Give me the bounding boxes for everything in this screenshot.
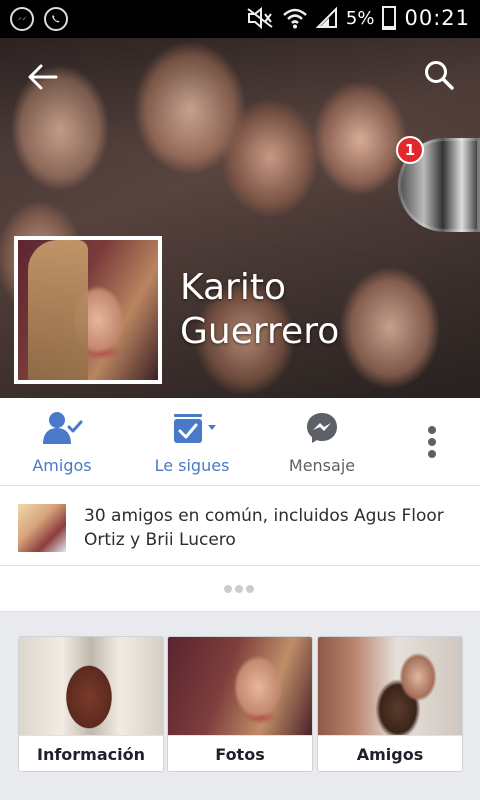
photos-card[interactable]: Fotos xyxy=(167,636,313,772)
message-label: Mensaje xyxy=(288,456,356,475)
wifi-icon xyxy=(283,8,307,29)
search-icon[interactable] xyxy=(422,58,456,92)
signal-icon xyxy=(315,7,337,28)
profile-picture-hair xyxy=(28,240,88,380)
ellipsis-icon xyxy=(224,585,254,593)
mutual-friends-text: 30 amigos en común, incluidos Agus Floor… xyxy=(84,506,444,550)
profile-name-last: Guerrero xyxy=(180,311,340,352)
mutual-friends-row[interactable]: 30 amigos en común, incluidos Agus Floor… xyxy=(0,486,480,566)
photos-card-label: Fotos xyxy=(168,735,312,771)
friends-card[interactable]: Amigos xyxy=(317,636,463,772)
photos-card-image xyxy=(168,637,312,735)
profile-name: Karito Guerrero xyxy=(180,266,339,354)
following-icon xyxy=(174,414,216,443)
message-button[interactable]: Mensaje xyxy=(286,410,358,475)
friends-card-label: Amigos xyxy=(318,735,462,771)
friends-button[interactable]: Amigos xyxy=(30,410,94,475)
status-bar: 5% 00:21 xyxy=(0,0,480,38)
friends-label: Amigos xyxy=(32,456,92,475)
cover-photo[interactable]: 1 Karito Guerrero xyxy=(0,38,480,398)
arrow-left-icon[interactable] xyxy=(26,60,60,94)
more-options-icon[interactable] xyxy=(426,426,438,460)
see-more-row[interactable] xyxy=(0,566,480,612)
about-card-image xyxy=(19,637,163,735)
profile-name-first: Karito xyxy=(180,267,286,308)
about-card-label: Información xyxy=(19,735,163,771)
messenger-icon xyxy=(307,413,337,443)
messenger-notification-icon xyxy=(10,7,34,31)
following-label: Le sigues xyxy=(154,456,230,475)
battery-percent: 5% xyxy=(345,7,375,29)
profile-action-bar: Amigos Le sigues Mensaje xyxy=(0,398,480,486)
chat-head-badge: 1 xyxy=(396,136,424,164)
friends-check-icon xyxy=(43,412,83,444)
profile-picture[interactable] xyxy=(14,236,162,384)
friends-card-image xyxy=(318,637,462,735)
whatsapp-notification-icon xyxy=(44,7,68,31)
clock: 00:21 xyxy=(404,6,470,30)
mutual-friend-avatar xyxy=(18,504,66,552)
battery-icon xyxy=(382,6,397,30)
following-button[interactable]: Le sigues xyxy=(150,410,234,475)
profile-cards: Información Fotos Amigos xyxy=(0,614,480,800)
about-card[interactable]: Información xyxy=(18,636,164,772)
mute-icon xyxy=(247,7,273,29)
